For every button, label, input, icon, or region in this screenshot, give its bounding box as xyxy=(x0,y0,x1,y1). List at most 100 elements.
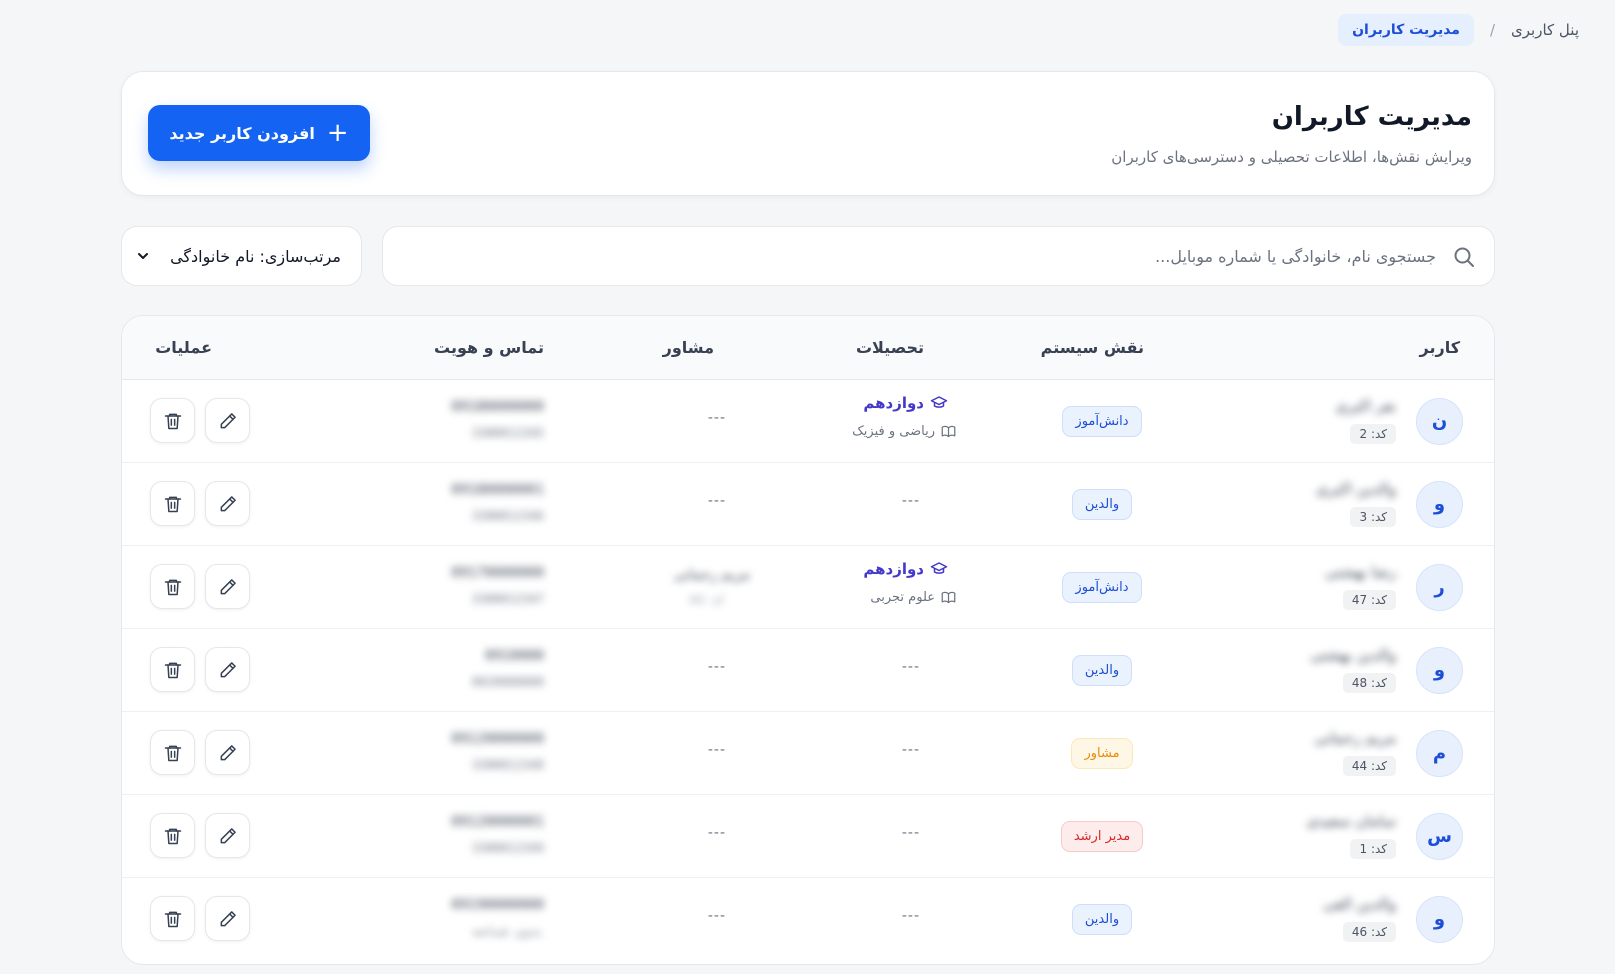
delete-button[interactable] xyxy=(150,896,195,941)
pencil-icon xyxy=(218,909,238,929)
delete-button[interactable] xyxy=(150,398,195,443)
edit-button[interactable] xyxy=(205,398,250,443)
field-text: ریاضی و فیزیک xyxy=(852,424,935,439)
pencil-icon xyxy=(218,411,238,431)
edit-button[interactable] xyxy=(205,896,250,941)
breadcrumb-current[interactable]: مدیریت کاربران xyxy=(1338,14,1474,46)
avatar: س xyxy=(1416,813,1463,860)
role-cell: دانش‌آموز xyxy=(1042,546,1162,629)
graduation-cap-icon xyxy=(930,562,948,574)
role-cell: مشاور xyxy=(1042,712,1162,795)
education-cell: --- xyxy=(824,712,974,795)
contact-cell: 09190000000 بدون شناسه xyxy=(374,878,544,961)
role-cell: مدیر ارشد xyxy=(1042,795,1162,878)
contact-cell: 0910000 0020000000 xyxy=(374,629,544,712)
add-user-button[interactable]: + افزودن کاربر جدید xyxy=(148,105,370,161)
pencil-icon xyxy=(218,494,238,514)
counselor-cell: --- xyxy=(634,463,774,546)
delete-button[interactable] xyxy=(150,647,195,692)
column-header-education: تحصیلات xyxy=(855,338,924,357)
contact-cell: 09120000000 3300012348 xyxy=(374,712,544,795)
page-subtitle: ویرایش نقش‌ها، اطلاعات تحصیلی و دسترسی‌ه… xyxy=(1111,148,1472,166)
breadcrumb-separator: / xyxy=(1489,21,1496,39)
search-input[interactable] xyxy=(416,227,1436,285)
education-cell: --- xyxy=(824,629,974,712)
contact-cell: 09180000001 3300012346 xyxy=(374,463,544,546)
counselor-empty: --- xyxy=(707,493,726,509)
column-header-counselor: مشاور xyxy=(662,338,714,357)
field-label: ریاضی و فیزیک xyxy=(852,424,956,439)
counselor-cell: --- xyxy=(634,380,774,463)
plus-icon: + xyxy=(326,118,349,148)
role-cell: والدین xyxy=(1042,629,1162,712)
user-code-badge: کد: 47 xyxy=(1342,590,1396,610)
edit-button[interactable] xyxy=(205,813,250,858)
pencil-icon xyxy=(218,660,238,680)
graduation-cap-icon xyxy=(930,396,948,408)
delete-button[interactable] xyxy=(150,564,195,609)
role-badge: مشاور xyxy=(1071,738,1133,769)
phone-number: 09180000001 xyxy=(451,482,544,498)
table-row: و والدین اکبری کد: 3 والدین --- --- 0918000000… xyxy=(122,463,1494,546)
pencil-icon xyxy=(218,577,238,597)
contact-cell: 09170000000 3300012347 xyxy=(374,546,544,629)
column-header-user: کاربر xyxy=(1419,338,1460,357)
counselor-empty: --- xyxy=(707,908,726,924)
counselor-empty: --- xyxy=(707,410,726,426)
role-badge: دانش‌آموز xyxy=(1062,572,1142,603)
national-id: 3300012348 xyxy=(471,758,544,772)
user-code-badge: کد: 3 xyxy=(1350,507,1396,527)
book-icon xyxy=(941,425,956,438)
counselor-empty: --- xyxy=(707,742,726,758)
education-cell: دوازدهم علوم تجربی xyxy=(824,546,974,629)
edit-button[interactable] xyxy=(205,564,250,609)
counselor-cell: --- xyxy=(634,795,774,878)
edit-button[interactable] xyxy=(205,481,250,526)
user-code-badge: کد: 1 xyxy=(1350,839,1396,859)
role-badge: مدیر ارشد xyxy=(1060,821,1144,852)
phone-number: 09190000000 xyxy=(451,897,544,913)
education-empty: --- xyxy=(901,659,920,675)
role-cell: دانش‌آموز xyxy=(1042,380,1162,463)
delete-button[interactable] xyxy=(150,813,195,858)
pencil-icon xyxy=(218,743,238,763)
table-header: کاربر نقش سیستم تحصیلات مشاور تماس و هوی… xyxy=(122,316,1494,380)
table-row: و والدین الفی کد: 46 والدین --- --- 0919000000… xyxy=(122,878,1494,961)
search-box xyxy=(382,226,1495,286)
counselor-name: مریم رحمانی xyxy=(673,567,750,583)
avatar: و xyxy=(1416,896,1463,943)
counselor-cell: --- xyxy=(634,629,774,712)
education-empty: --- xyxy=(901,825,920,841)
book-icon xyxy=(941,591,956,604)
breadcrumb-root[interactable]: پنل کاربری xyxy=(1511,21,1579,39)
national-id: بدون شناسه xyxy=(471,924,544,938)
add-user-label: افزودن کاربر جدید xyxy=(169,123,315,143)
header-card: مدیریت کاربران ویرایش نقش‌ها، اطلاعات تح… xyxy=(121,71,1495,196)
grade-label: دوازدهم xyxy=(863,560,948,578)
edit-button[interactable] xyxy=(205,730,250,775)
role-badge: والدین xyxy=(1071,655,1133,686)
education-cell: --- xyxy=(824,878,974,961)
user-code-badge: کد: 44 xyxy=(1342,756,1396,776)
column-header-role: نقش سیستم xyxy=(1040,338,1144,357)
education-cell: دوازدهم ریاضی و فیزیک xyxy=(824,380,974,463)
trash-icon xyxy=(163,411,183,431)
page-title: مدیریت کاربران xyxy=(1271,102,1472,132)
education-empty: --- xyxy=(901,908,920,924)
avatar: م xyxy=(1416,730,1463,777)
counselor-empty: --- xyxy=(707,825,726,841)
delete-button[interactable] xyxy=(150,481,195,526)
avatar: ن xyxy=(1416,398,1463,445)
national-id: 3300012346 xyxy=(471,509,544,523)
education-empty: --- xyxy=(901,742,920,758)
edit-button[interactable] xyxy=(205,647,250,692)
trash-icon xyxy=(163,826,183,846)
national-id: 3300012349 xyxy=(471,841,544,855)
phone-number: 09180000000 xyxy=(451,399,544,415)
sort-select[interactable]: مرتب‌سازی: نام خانوادگی xyxy=(121,226,362,286)
table-row: و والدین بهشتی کد: 48 والدین --- --- 0910000 00… xyxy=(122,629,1494,712)
role-badge: والدین xyxy=(1071,904,1133,935)
table-row: س سامان سعیدی کد: 1 مدیر ارشد --- --- 09120000… xyxy=(122,795,1494,878)
delete-button[interactable] xyxy=(150,730,195,775)
chevron-down-icon xyxy=(138,253,148,259)
